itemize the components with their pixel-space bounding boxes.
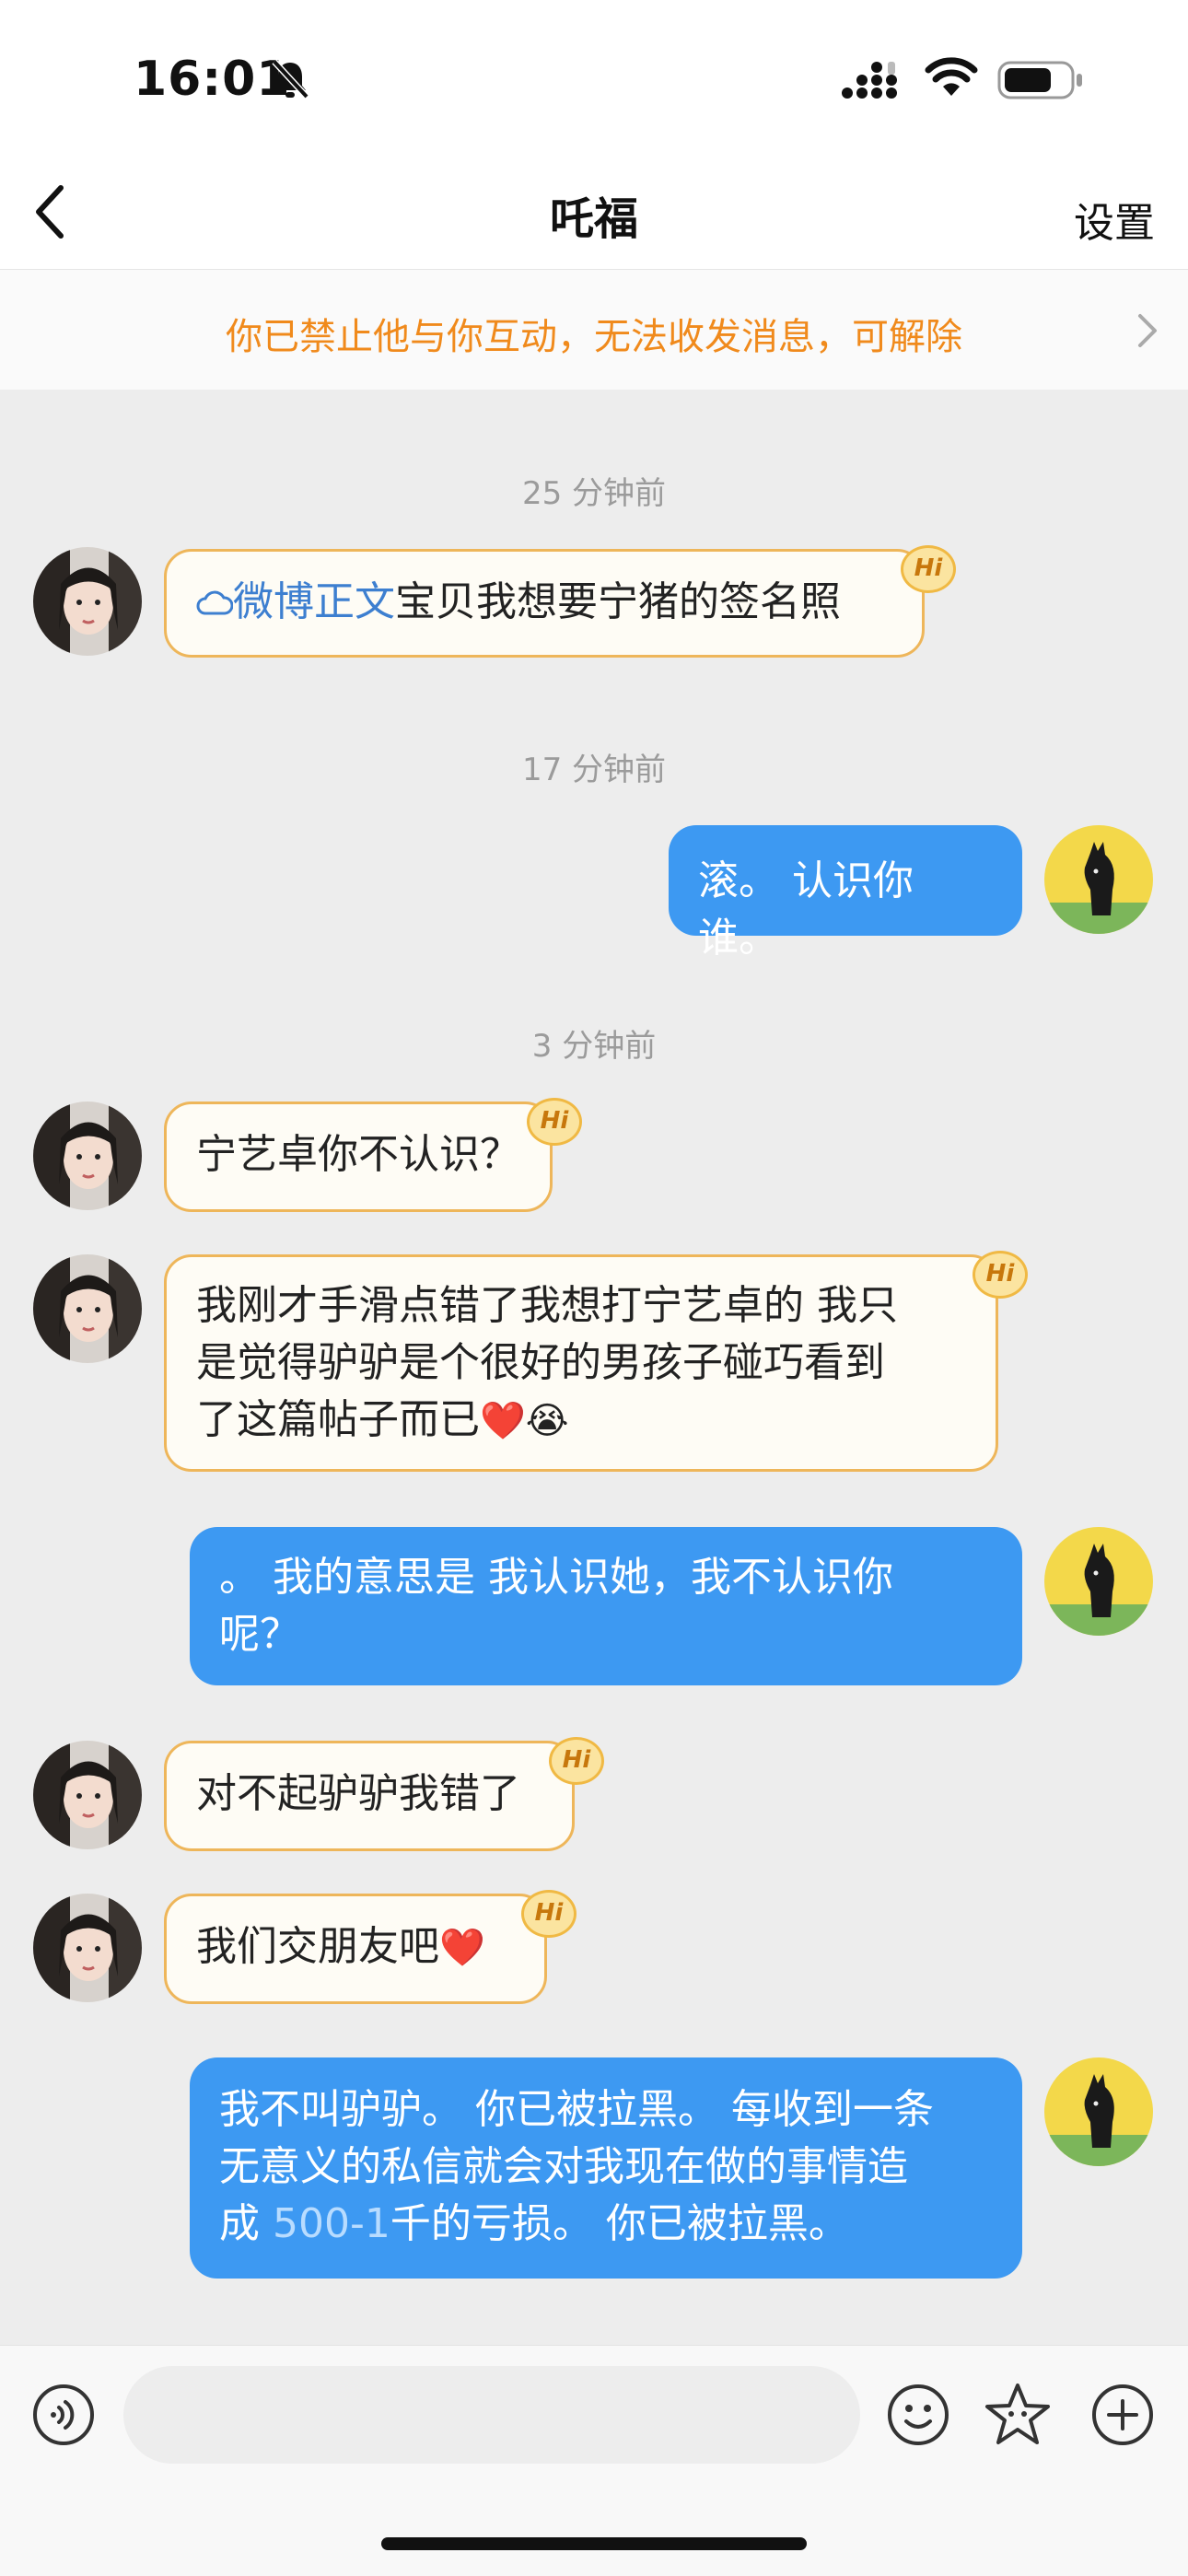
sticker-icon[interactable]	[984, 2381, 1052, 2449]
outgoing-message[interactable]: 我不叫驴驴。 你已被拉黑。 每收到一条 无意义的私信就会对我现在做的事情造 成 …	[190, 2057, 1022, 2279]
avatar[interactable]	[33, 1894, 142, 2002]
message-text: 宝贝我想要宁猪的签名照	[395, 578, 841, 625]
message-line: 是觉得驴驴是个很好的男孩子碰巧看到	[196, 1339, 885, 1386]
incoming-message[interactable]: 微博正文宝贝我想要宁猪的签名照	[164, 549, 925, 658]
status-time: 16:01	[134, 52, 291, 107]
hi-badge: Hi	[973, 1251, 1028, 1299]
my-avatar[interactable]	[1044, 1527, 1153, 1636]
outgoing-message[interactable]: 滚。 认识你谁。	[669, 825, 1022, 962]
message-text: 我们交朋友吧	[196, 1923, 439, 1970]
highlighted-number[interactable]: 500-1	[273, 2200, 390, 2247]
message-line: 呢？	[219, 1611, 300, 1658]
nav-bar: 吒福 设置	[0, 157, 1188, 270]
chevron-right-icon	[1138, 314, 1157, 347]
outgoing-message[interactable]: 。 我的意思是 我认识她，我不认识你 呢？	[190, 1527, 1022, 1685]
emoji: ❤️😭	[480, 1400, 569, 1442]
message-input[interactable]	[123, 2366, 860, 2464]
message-text: 宁艺卓你不认识？	[196, 1131, 520, 1178]
status-bar: 16:01	[0, 0, 1188, 157]
avatar[interactable]	[33, 547, 142, 656]
hi-badge: Hi	[901, 545, 956, 593]
timestamp: 17 分钟前	[521, 752, 667, 788]
signal-icon	[842, 62, 897, 99]
incoming-message[interactable]: 我刚才手滑点错了我想打宁艺卓的 我只 是觉得驴驴是个很好的男孩子碰巧看到 了这篇…	[164, 1254, 998, 1472]
block-notice-banner[interactable]: 你已禁止他与你互动，无法收发消息，可解除	[0, 270, 1188, 390]
page-title: 吒福	[549, 193, 638, 245]
avatar[interactable]	[33, 1741, 142, 1849]
message-line: 我不叫驴驴。 你已被拉黑。 每收到一条	[219, 2086, 934, 2133]
emoji: ❤️	[439, 1927, 485, 1969]
cloud-icon	[196, 590, 234, 615]
message-text: 滚。 认识你谁。	[698, 857, 914, 962]
hi-badge: Hi	[549, 1737, 604, 1785]
message-line: 成 500-1千的亏损。 你已被拉黑。	[219, 2200, 849, 2247]
hi-badge: Hi	[521, 1890, 577, 1938]
settings-button[interactable]: 设置	[1074, 190, 1155, 249]
avatar[interactable]	[33, 1102, 142, 1210]
message-line: 无意义的私信就会对我现在做的事情造	[219, 2143, 908, 2190]
bell-muted-icon	[272, 59, 309, 99]
home-indicator[interactable]	[381, 2537, 807, 2550]
voice-icon[interactable]	[31, 2383, 96, 2447]
weibo-post-link[interactable]: 微博正文	[196, 578, 395, 625]
incoming-message[interactable]: 对不起驴驴我错了	[164, 1741, 575, 1851]
incoming-message[interactable]: 我们交朋友吧❤️	[164, 1894, 547, 2004]
avatar[interactable]	[33, 1254, 142, 1363]
hi-badge: Hi	[527, 1098, 582, 1146]
message-line: 。 我的意思是 我认识她，我不认识你	[219, 1554, 893, 1601]
plus-icon[interactable]	[1090, 2383, 1155, 2447]
top-area: 16:01 吒福 设置	[0, 0, 1188, 270]
emoji-icon[interactable]	[886, 2383, 950, 2447]
message-line: 我刚才手滑点错了我想打宁艺卓的 我只	[196, 1282, 898, 1329]
my-avatar[interactable]	[1044, 2057, 1153, 2166]
incoming-message[interactable]: 宁艺卓你不认识？	[164, 1102, 553, 1212]
timestamp: 25 分钟前	[521, 475, 667, 512]
my-avatar[interactable]	[1044, 825, 1153, 934]
banner-text: 你已禁止他与你互动，无法收发消息，可解除	[226, 316, 962, 358]
battery-icon	[997, 61, 1082, 99]
message-line: 了这篇帖子而已❤️😭	[196, 1396, 569, 1443]
timestamp: 3 分钟前	[531, 1028, 657, 1065]
wifi-icon	[925, 57, 978, 96]
message-text: 对不起驴驴我错了	[196, 1770, 520, 1817]
